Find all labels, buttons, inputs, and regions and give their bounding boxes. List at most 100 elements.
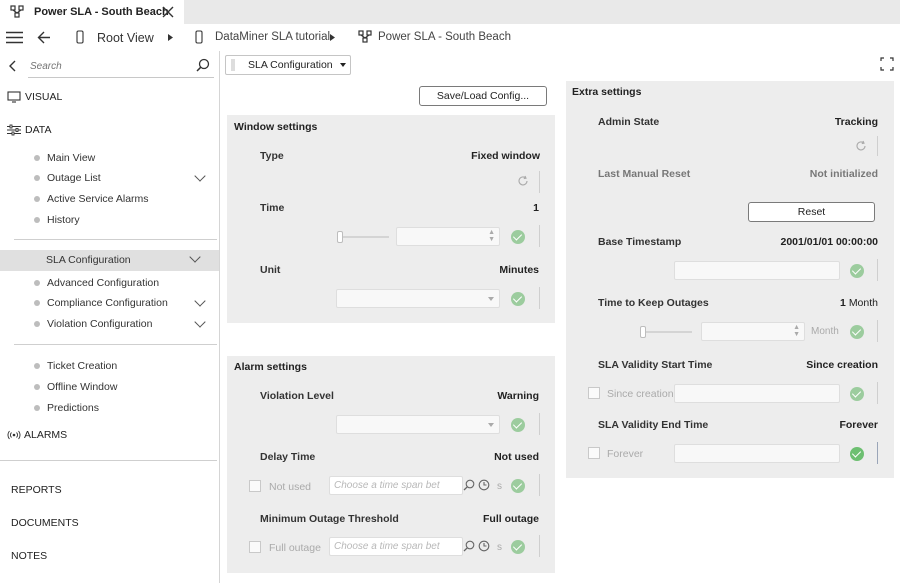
since-creation-checkbox[interactable]: [588, 387, 600, 399]
service-icon: [10, 5, 24, 18]
sidebar-item-active-service-alarms[interactable]: Active Service Alarms: [34, 193, 149, 205]
min-outage-threshold-value: Full outage: [483, 513, 539, 525]
search-icon[interactable]: [463, 479, 475, 491]
check-icon[interactable]: [850, 387, 864, 401]
sidebar-data[interactable]: DATA: [7, 124, 51, 136]
back-arrow-icon[interactable]: [37, 31, 51, 44]
sidebar-item-history[interactable]: History: [34, 214, 80, 226]
search-icon[interactable]: [463, 540, 475, 552]
sidebar-documents[interactable]: DOCUMENTS: [11, 517, 79, 529]
page-select[interactable]: SLA Configuration: [225, 55, 351, 75]
breadcrumb-level2[interactable]: Power SLA - South Beach: [378, 31, 511, 43]
separator: [877, 442, 878, 464]
separator: [877, 136, 878, 156]
spin-down-icon[interactable]: ▼: [488, 236, 495, 243]
sla-validity-start-value: Since creation: [806, 359, 878, 371]
check-icon[interactable]: [850, 325, 864, 339]
broadcast-icon: [7, 430, 21, 440]
bullet-icon: [34, 384, 40, 390]
time-label: Time: [260, 202, 285, 214]
monitor-icon: [7, 91, 21, 103]
sidebar-item-offline-window[interactable]: Offline Window: [34, 381, 117, 393]
check-icon[interactable]: [511, 418, 525, 432]
dropdown-caret-icon: [488, 297, 494, 301]
sidebar-notes[interactable]: NOTES: [11, 550, 47, 562]
unit-select[interactable]: [336, 289, 500, 308]
sla-validity-end-value: Forever: [839, 419, 878, 431]
checkbox-label: Since creation: [607, 388, 674, 400]
extra-settings-panel: Extra settings Admin State Tracking Last…: [566, 81, 894, 478]
last-manual-reset-value: Not initialized: [809, 168, 878, 180]
sidebar-item-sla-configuration[interactable]: SLA Configuration: [0, 250, 219, 271]
breadcrumb-root[interactable]: Root View: [97, 31, 154, 45]
sidebar-item-main-view[interactable]: Main View: [34, 152, 95, 164]
chevron-down-icon[interactable]: [194, 170, 206, 182]
spin-down-icon[interactable]: ▼: [793, 331, 800, 338]
sliders-icon: [7, 124, 21, 136]
time-slider-track[interactable]: [339, 236, 389, 238]
collapse-chevron-icon[interactable]: [9, 60, 16, 72]
last-manual-reset-label: Last Manual Reset: [598, 168, 691, 180]
time-to-keep-outages-label: Time to Keep Outages: [598, 297, 709, 309]
bullet-icon: [34, 300, 40, 306]
sidebar-item-violation-configuration[interactable]: Violation Configuration: [34, 316, 210, 330]
forever-checkbox[interactable]: [588, 447, 600, 459]
keep-outages-input[interactable]: ▲ ▼: [701, 322, 805, 341]
time-input[interactable]: ▲ ▼: [396, 227, 500, 246]
full-outage-checkbox[interactable]: [249, 541, 261, 553]
chevron-down-icon[interactable]: [189, 251, 201, 263]
check-icon[interactable]: [511, 230, 525, 244]
search-underline: [28, 77, 214, 78]
keep-outages-slider-track[interactable]: [642, 331, 692, 333]
fullscreen-icon[interactable]: [880, 57, 894, 71]
clock-icon[interactable]: [478, 540, 490, 552]
keep-outages-slider-thumb[interactable]: [640, 326, 646, 338]
sidebar-item-compliance-configuration[interactable]: Compliance Configuration: [34, 295, 210, 309]
check-icon[interactable]: [511, 479, 525, 493]
sidebar-item-ticket-creation[interactable]: Ticket Creation: [34, 360, 117, 372]
check-icon[interactable]: [850, 447, 864, 461]
reset-button[interactable]: Reset: [748, 202, 875, 222]
time-slider-thumb[interactable]: [337, 231, 343, 243]
sidebar-item-predictions[interactable]: Predictions: [34, 402, 99, 414]
breadcrumb-arrow-icon: [330, 34, 335, 41]
check-icon[interactable]: [511, 292, 525, 306]
delay-time-input[interactable]: Choose a time span between: [329, 476, 463, 495]
sidebar-item-outage-list[interactable]: Outage List: [34, 170, 210, 184]
check-icon[interactable]: [511, 540, 525, 554]
sidebar-visual[interactable]: VISUAL: [7, 91, 62, 103]
panel-title: Alarm settings: [234, 361, 307, 373]
device-icon: [76, 30, 84, 44]
save-load-config-button[interactable]: Save/Load Config...: [419, 86, 547, 106]
tab-power-sla[interactable]: Power SLA - South Beach: [0, 0, 184, 24]
refresh-icon[interactable]: [517, 175, 529, 187]
divider: [14, 344, 217, 345]
chevron-down-icon[interactable]: [194, 316, 206, 328]
sidebar-item-advanced-configuration[interactable]: Advanced Configuration: [34, 277, 159, 289]
breadcrumb-level1[interactable]: DataMiner SLA tutorial: [215, 31, 330, 43]
chevron-down-icon[interactable]: [194, 295, 206, 307]
sidebar-reports[interactable]: REPORTS: [11, 484, 62, 496]
tab-bar: Power SLA - South Beach: [0, 0, 900, 24]
sidebar-alarms[interactable]: ALARMS: [7, 429, 67, 441]
bullet-icon: [34, 363, 40, 369]
type-label: Type: [260, 150, 284, 162]
search-icon[interactable]: [196, 58, 210, 72]
hamburger-menu-icon[interactable]: [6, 31, 23, 44]
bullet-icon: [34, 155, 40, 161]
check-icon[interactable]: [850, 264, 864, 278]
search-input[interactable]: [30, 57, 180, 75]
clock-icon[interactable]: [478, 479, 490, 491]
type-value: Fixed window: [471, 150, 540, 162]
delay-not-used-checkbox[interactable]: [249, 480, 261, 492]
threshold-input[interactable]: Choose a time span between: [329, 537, 463, 556]
base-timestamp-input[interactable]: [674, 261, 840, 280]
start-time-input[interactable]: [674, 384, 840, 403]
end-time-input[interactable]: [674, 444, 840, 463]
close-icon[interactable]: [162, 6, 174, 18]
violation-level-select[interactable]: [336, 415, 500, 434]
separator: [877, 320, 878, 342]
select-marker: [231, 59, 235, 71]
min-outage-threshold-label: Minimum Outage Threshold: [260, 513, 399, 525]
refresh-icon[interactable]: [855, 140, 867, 152]
